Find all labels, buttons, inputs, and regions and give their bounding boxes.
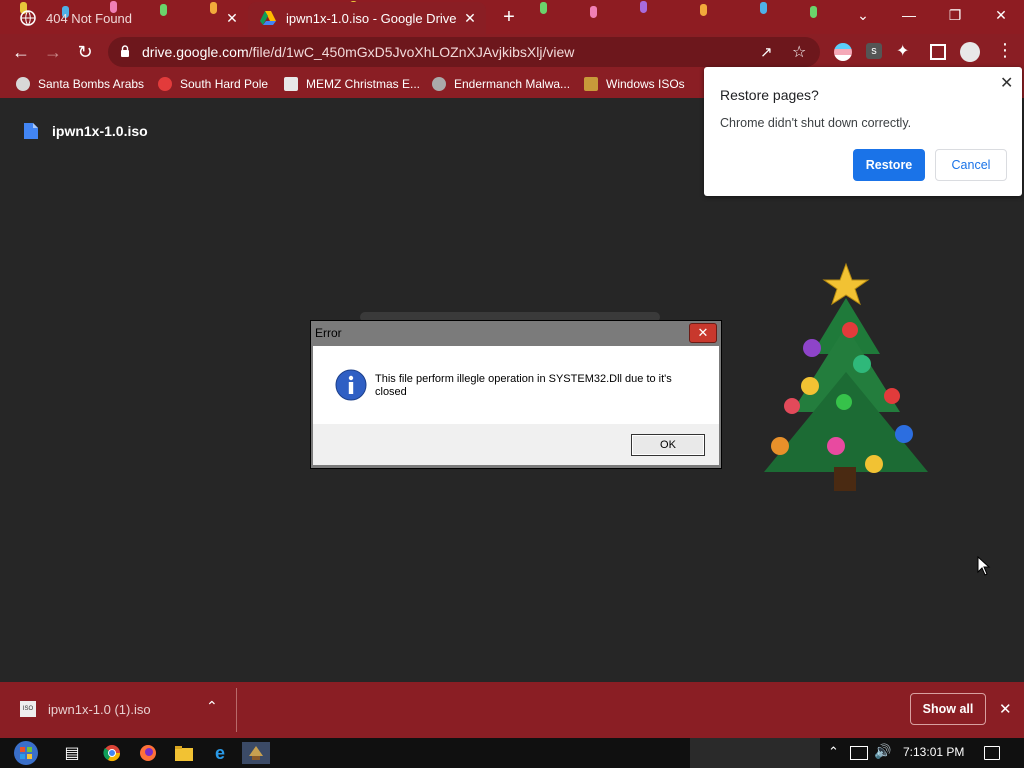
tab-title: 404 Not Found — [46, 10, 133, 26]
download-bar: ISO ipwn1x-1.0 (1).iso ⌃ Show all ✕ — [0, 682, 1024, 738]
new-tab-button[interactable]: + — [498, 6, 520, 28]
ok-button[interactable]: OK — [631, 434, 705, 456]
cancel-button[interactable]: Cancel — [935, 149, 1007, 181]
trans-flag-extension-icon[interactable] — [834, 43, 852, 61]
windows-iso-icon — [584, 77, 598, 91]
snowflake-icon — [158, 77, 172, 91]
santa-icon — [16, 77, 30, 91]
page-icon — [284, 77, 298, 91]
side-panel-icon[interactable] — [930, 44, 946, 60]
url-path: /file/d/1wC_450mGxD5JvoXhLOZnXJAvjkibsXl… — [248, 44, 575, 60]
bookmark-label: Santa Bombs Arabs — [38, 77, 145, 91]
menu-dots-icon[interactable]: ⋮ — [996, 40, 1014, 61]
taskbar-preview-area — [690, 738, 820, 768]
dialog-title: Error — [315, 326, 342, 340]
firefox-icon[interactable] — [134, 742, 162, 764]
window-close-button[interactable]: ✕ — [978, 0, 1024, 30]
notification-icon[interactable] — [984, 746, 1000, 760]
back-arrow-icon[interactable]: ← — [10, 41, 32, 63]
share-icon[interactable]: ↗ — [760, 43, 773, 61]
file-icon — [24, 123, 38, 139]
bookmark-label: MEMZ Christmas E... — [306, 77, 421, 91]
tab-close-icon[interactable]: ✕ — [224, 10, 240, 27]
error-dialog: Error ✕ This file perform illegle operat… — [310, 320, 722, 469]
bookmark-memz[interactable]: MEMZ Christmas E... — [284, 74, 420, 94]
bookmark-santa-bombs[interactable]: Santa Bombs Arabs — [16, 74, 144, 94]
bookmark-label: Endermanch Malwa... — [454, 77, 571, 91]
taskbar: ▤ e ⌃ 🔊 7:13:01 PM — [0, 738, 1024, 768]
divider — [236, 688, 237, 732]
taskbar-clock[interactable]: 7:13:01 PM — [903, 745, 964, 759]
browser-toolbar: ← → ↻ drive.google.com/file/d/1wC_450mGx… — [0, 34, 1024, 70]
download-file-name[interactable]: ipwn1x-1.0 (1).iso — [48, 702, 151, 717]
lock-icon — [121, 45, 129, 57]
chevron-up-icon[interactable]: ⌃ — [828, 744, 839, 760]
chrome-icon[interactable] — [98, 742, 126, 764]
endermanch-icon — [432, 77, 446, 91]
bookmark-label: Windows ISOs — [606, 77, 685, 91]
task-view-icon[interactable]: ▤ — [58, 742, 86, 764]
dialog-body: This file perform illegle operation in S… — [313, 346, 719, 424]
profile-avatar-icon[interactable] — [960, 42, 980, 62]
minimize-button[interactable]: — — [886, 0, 932, 30]
chevron-up-icon[interactable]: ⌃ — [206, 698, 218, 715]
maximize-button[interactable]: ❐ — [932, 0, 978, 30]
close-icon[interactable]: ✕ — [1000, 73, 1013, 93]
iso-file-icon: ISO — [20, 701, 36, 717]
info-icon — [335, 369, 367, 401]
address-bar[interactable]: drive.google.com/file/d/1wC_450mGxD5JvoX… — [108, 37, 820, 67]
start-button[interactable] — [8, 738, 44, 768]
url-text: drive.google.com/file/d/1wC_450mGxD5JvoX… — [142, 44, 574, 60]
file-header: ipwn1x-1.0.iso — [24, 122, 148, 140]
christmas-tree-image — [764, 262, 928, 491]
tab-search-button[interactable]: ⌄ — [840, 0, 886, 30]
active-app-icon[interactable] — [242, 742, 270, 764]
show-all-button[interactable]: Show all — [910, 693, 986, 725]
windows-orb-icon — [14, 741, 38, 765]
tab-title: ipwn1x-1.0.iso - Google Drive — [286, 10, 457, 26]
speaker-icon[interactable]: 🔊 — [874, 743, 891, 760]
puzzle-extensions-icon[interactable]: ✦ — [896, 41, 909, 61]
url-domain: drive.google.com — [142, 44, 249, 60]
reload-icon[interactable]: ↻ — [74, 41, 96, 63]
bookmark-south-hard-pole[interactable]: South Hard Pole — [158, 74, 268, 94]
tab-close-icon[interactable]: ✕ — [462, 10, 478, 27]
tab-strip: 404 Not Found ✕ ipwn1x-1.0.iso - Google … — [0, 0, 1024, 34]
globe-icon — [20, 10, 36, 26]
dialog-message: This file perform illegle operation in S… — [375, 373, 672, 398]
dialog-close-button[interactable]: ✕ — [689, 323, 717, 343]
restore-button[interactable]: Restore — [853, 149, 925, 181]
bookmark-windows-isos[interactable]: Windows ISOs — [584, 74, 685, 94]
restore-title: Restore pages? — [720, 87, 819, 103]
download-bar-close-icon[interactable]: ✕ — [999, 700, 1012, 718]
bookmark-endermanch[interactable]: Endermanch Malwa... — [432, 74, 570, 94]
extension-s-icon[interactable]: s — [866, 43, 882, 59]
tab-404[interactable]: 404 Not Found ✕ — [8, 2, 248, 34]
bookmark-star-icon[interactable]: ☆ — [792, 42, 806, 62]
dialog-footer: OK — [313, 424, 719, 465]
restore-message: Chrome didn't shut down correctly. — [720, 116, 912, 130]
google-drive-icon — [260, 11, 276, 25]
restore-pages-popup: Restore pages? ✕ Chrome didn't shut down… — [704, 67, 1022, 196]
file-explorer-icon[interactable] — [170, 742, 198, 764]
tab-google-drive[interactable]: ipwn1x-1.0.iso - Google Drive ✕ — [248, 2, 486, 34]
forward-arrow-icon[interactable]: → — [42, 41, 64, 63]
bookmark-label: South Hard Pole — [180, 77, 269, 91]
network-icon[interactable] — [850, 746, 868, 760]
file-name: ipwn1x-1.0.iso — [52, 123, 148, 139]
mouse-cursor-icon — [977, 556, 991, 576]
internet-explorer-icon[interactable]: e — [206, 742, 234, 764]
